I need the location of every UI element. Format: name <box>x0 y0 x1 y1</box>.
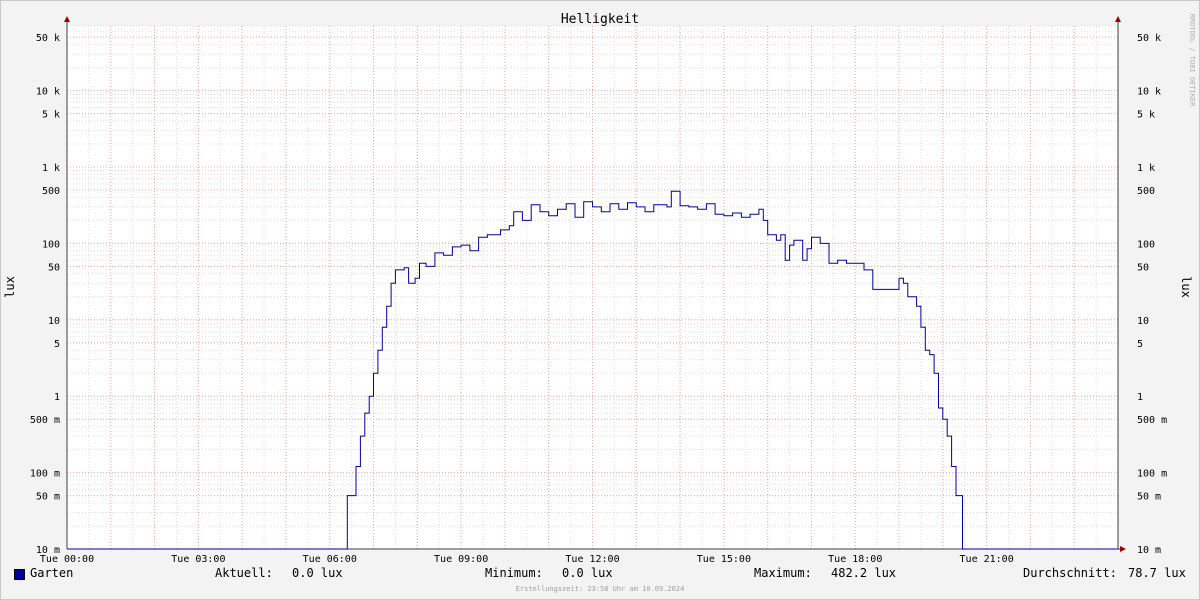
x-tick-label: Tue 18:00 <box>828 554 882 565</box>
y-tick-label: 100 <box>1137 239 1155 250</box>
y-tick-label: 50 <box>48 262 60 273</box>
y-tick-labels-right: 10 m 50 m 100 m 500 m 1 5 10 50 100 500 1 k 5 k 10 k… <box>1137 33 1167 556</box>
y-tick-label: 100 m <box>30 469 60 480</box>
y-axis-label-left: lux <box>3 276 17 298</box>
y-tick-label: 1 k <box>1137 163 1155 174</box>
y-tick-label: 500 <box>42 186 60 197</box>
legend-series-name: Garten <box>30 566 74 580</box>
y-tick-label: 1 k <box>42 163 60 174</box>
y-tick-labels-left: 10 m50 m100 m500 m1510501005001 k5 k10 k… <box>30 33 60 556</box>
y-tick-label: 100 <box>42 239 60 250</box>
y-tick-label: 500 <box>1137 186 1155 197</box>
x-tick-label: Tue 00:00 <box>40 554 94 565</box>
y-tick-label: 10 k <box>1137 87 1161 98</box>
x-tick-label: Tue 12:00 <box>565 554 619 565</box>
brightness-chart: 10 m 50 m 100 m 500 m 1 5 10 50 100 500 1 k 5 k 10 k… <box>3 12 1196 565</box>
y-tick-label: 1 <box>1137 392 1143 403</box>
chart-title: Helligkeit <box>561 12 639 27</box>
x-tick-label: Tue 06:00 <box>303 554 357 565</box>
legend-max-label: Maximum: <box>754 566 812 580</box>
rrdtool-watermark: RRDTOOL / TOBI OETIKER <box>1188 14 1196 108</box>
legend-min-label: Minimum: <box>485 566 543 580</box>
x-tick-label: Tue 21:00 <box>960 554 1014 565</box>
y-tick-label: 50 k <box>1137 33 1161 44</box>
y-tick-label: 5 k <box>1137 110 1155 121</box>
legend-max-value: 482.2 lux <box>831 566 897 580</box>
y-tick-label: 10 <box>48 316 60 327</box>
x-tick-label: Tue 15:00 <box>697 554 751 565</box>
x-tick-label: Tue 03:00 <box>171 554 225 565</box>
legend-current-label: Aktuell: <box>215 566 273 580</box>
legend: Garten Aktuell: 0.0 lux Minimum: 0.0 lux… <box>0 566 1200 586</box>
y-tick-label: 100 m <box>1137 469 1167 480</box>
legend-min-value: 0.0 lux <box>562 566 613 580</box>
y-axis-label-right: lux <box>1179 276 1193 298</box>
creation-timestamp: Erstellungszeit: 23:58 Uhr am 10.09.2024 <box>515 585 685 593</box>
y-tick-label: 50 m <box>1137 492 1161 503</box>
y-tick-label: 500 m <box>30 415 60 426</box>
y-tick-label: 500 m <box>1137 415 1167 426</box>
x-tick-labels: Tue 00:00 Tue 03:00 Tue 06:00 Tue 09:00 Tue … <box>40 554 1014 565</box>
y-tick-label: 5 <box>1137 339 1143 350</box>
legend-avg-value: 78.7 lux <box>1128 566 1186 580</box>
y-tick-label: 50 m <box>36 492 60 503</box>
y-tick-label: 50 k <box>36 33 60 44</box>
legend-current-value: 0.0 lux <box>292 566 343 580</box>
y-tick-label: 10 m <box>1137 545 1161 556</box>
y-tick-label: 10 <box>1137 316 1149 327</box>
y-tick-label: 1 <box>54 392 60 403</box>
y-tick-label: 50 <box>1137 262 1149 273</box>
x-tick-label: Tue 09:00 <box>434 554 488 565</box>
y-axis-arrow-left <box>64 16 70 22</box>
y-axis-arrow-right <box>1115 16 1121 22</box>
y-tick-label: 5 k <box>42 110 60 121</box>
y-tick-label: 5 <box>54 339 60 350</box>
legend-avg-label: Durchschnitt: <box>1023 566 1117 580</box>
x-axis-arrow <box>1120 546 1126 552</box>
y-tick-label: 10 k <box>36 87 60 98</box>
